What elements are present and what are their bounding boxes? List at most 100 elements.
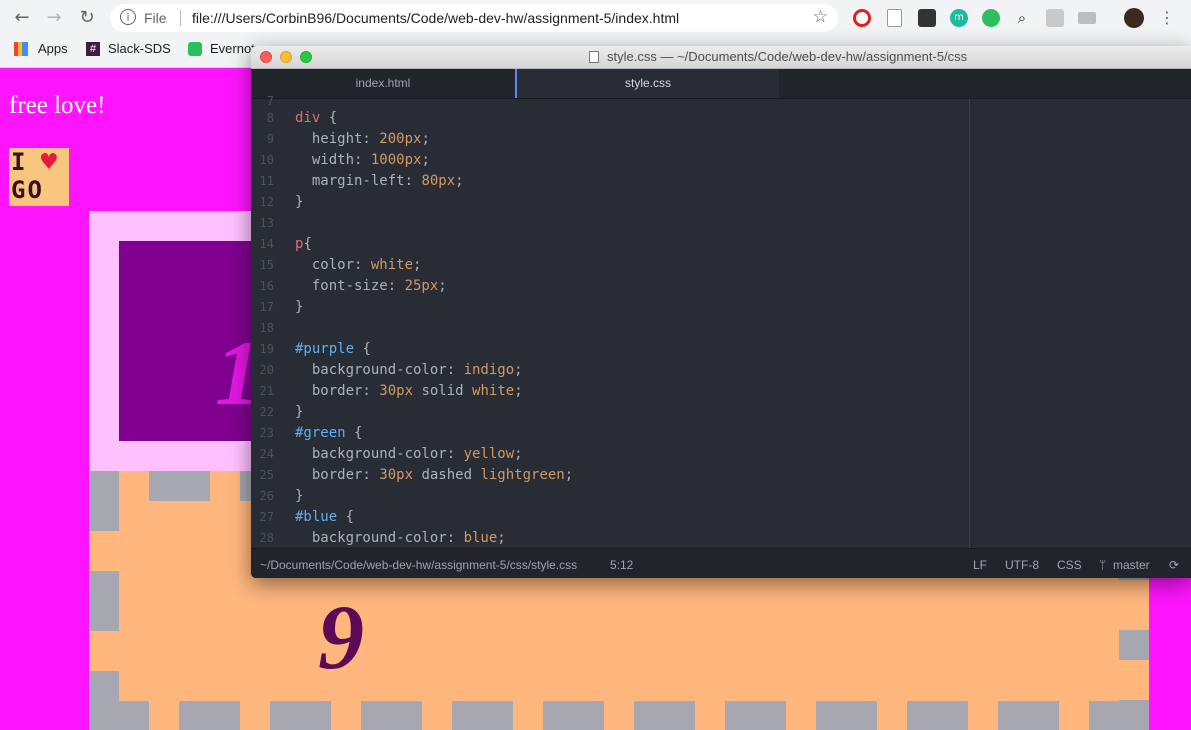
status-encoding[interactable]: UTF-8 [1005, 558, 1039, 572]
code-token: margin-left: [295, 173, 422, 189]
status-line-ending[interactable]: LF [973, 558, 987, 572]
code-line: } [295, 404, 303, 420]
code-editor-window: style.css — ~/Documents/Code/web-dev-hw/… [251, 46, 1191, 578]
reload-icon[interactable]: ↻ [77, 8, 97, 28]
tab-style-css[interactable]: style.css [517, 69, 779, 98]
code-token: 200px [379, 131, 422, 147]
i-love-go-image: I ♥ GO [9, 148, 69, 206]
code-line: #green { [295, 425, 362, 441]
dash-gap [1059, 701, 1089, 730]
menu-icon[interactable]: ⋮ [1157, 8, 1177, 28]
window-titlebar: style.css — ~/Documents/Code/web-dev-hw/… [251, 46, 1191, 69]
dash-gap [89, 531, 119, 571]
status-git-branch[interactable]: master [1113, 558, 1150, 572]
code-line: background-color: blue; [295, 530, 506, 546]
page-extension-icon[interactable] [887, 9, 902, 27]
code-token: { [303, 236, 312, 252]
code-token: ; [564, 467, 574, 483]
avatar[interactable] [1124, 8, 1144, 28]
url-scheme-label: File [144, 10, 167, 26]
sync-icon[interactable]: ⟳ [1169, 558, 1179, 572]
back-icon[interactable]: ← [12, 8, 32, 28]
tabs-extension-icon[interactable] [1078, 12, 1096, 24]
url-text[interactable]: file:///Users/CorbinB96/Documents/Code/w… [192, 10, 679, 26]
code-line: p{ [295, 236, 312, 252]
line-number: 9 [266, 132, 274, 146]
apps-grid-icon[interactable] [14, 42, 28, 56]
code-token: { [320, 110, 338, 126]
glasses-extension-icon[interactable] [918, 9, 936, 27]
bookmark-slack-sds[interactable]: Slack-SDS [108, 41, 171, 56]
green-box-text: 9 [318, 586, 364, 688]
code-token: height: [295, 131, 380, 147]
bookmark-apps[interactable]: Apps [38, 41, 68, 56]
bookmark-star-icon[interactable]: ☆ [813, 7, 828, 27]
page-paragraph: free love! [9, 92, 106, 119]
dash-gap [1119, 580, 1149, 630]
dash-gap [695, 701, 725, 730]
dash-gap [210, 471, 240, 501]
dash-gap [513, 701, 543, 730]
close-window-button[interactable] [260, 51, 272, 63]
git-branch-icon: ᛘ [1099, 558, 1107, 572]
code-line: #purple { [295, 341, 371, 357]
code-line: } [295, 299, 303, 315]
code-token: #blue [295, 509, 338, 525]
status-grammar[interactable]: CSS [1057, 558, 1082, 572]
line-number: 17 [259, 300, 274, 314]
opera-extension-icon[interactable] [853, 9, 871, 27]
line-number: 12 [259, 195, 274, 209]
evernote-extension-icon[interactable] [982, 9, 1000, 27]
code-token: ; [438, 278, 447, 294]
line-number: 20 [259, 363, 274, 377]
code-token: border: [295, 383, 380, 399]
info-icon[interactable]: i [120, 9, 136, 25]
search-extension-icon[interactable]: ⌕ [1013, 9, 1031, 27]
status-bar: ~/Documents/Code/web-dev-hw/assignment-5… [251, 548, 1191, 578]
line-number: 11 [259, 174, 274, 188]
code-token: { [345, 425, 363, 441]
code-line: border: 30px solid white; [295, 383, 523, 399]
code-token: solid [413, 383, 473, 399]
code-token: { [337, 509, 355, 525]
code-token: background-color: [295, 530, 464, 546]
code-line: border: 30px dashed lightgreen; [295, 467, 573, 483]
dash-gap [149, 701, 179, 730]
line-number: 27 [259, 510, 274, 524]
divider [180, 10, 181, 26]
code-token: ; [421, 131, 430, 147]
browser-toolbar: ← → ↻ i File file:///Users/CorbinB96/Doc… [0, 0, 1191, 36]
line-number: 10 [259, 153, 274, 167]
dash-gap [877, 701, 907, 730]
heart-icon: ♥ [39, 150, 59, 175]
code-token: div [295, 110, 321, 126]
code-token: indigo [463, 362, 515, 378]
code-token: white [472, 383, 515, 399]
mercury-extension-icon[interactable]: m [950, 9, 968, 27]
line-number: 7 [266, 94, 274, 108]
window-title: style.css — ~/Documents/Code/web-dev-hw/… [607, 49, 968, 64]
dash-gap [240, 701, 270, 730]
line-number: 18 [259, 321, 274, 335]
code-token: ; [514, 362, 523, 378]
line-number: 25 [259, 468, 274, 482]
code-token: 30px [379, 383, 414, 399]
code-token: } [295, 404, 304, 420]
minimize-window-button[interactable] [280, 51, 292, 63]
badge-bottom-text: GO [11, 176, 44, 204]
code-line: color: white; [295, 257, 422, 273]
forward-icon[interactable]: → [44, 8, 64, 28]
tab-index-html[interactable]: index.html [251, 69, 515, 98]
reader-extension-icon[interactable] [1046, 9, 1064, 27]
address-bar[interactable]: i File file:///Users/CorbinB96/Documents… [110, 4, 838, 32]
code-area[interactable]: div { height: 200px; width: 1000px; marg… [295, 99, 965, 548]
code-line: div { [295, 110, 337, 126]
code-token: } [295, 299, 304, 315]
zoom-window-button[interactable] [300, 51, 312, 63]
code-token: } [295, 194, 304, 210]
status-file-path[interactable]: ~/Documents/Code/web-dev-hw/assignment-5… [260, 558, 577, 572]
status-cursor-position[interactable]: 5:12 [610, 558, 633, 572]
dash-gap [604, 701, 634, 730]
slack-icon: # [86, 42, 100, 56]
code-token: ; [514, 383, 523, 399]
